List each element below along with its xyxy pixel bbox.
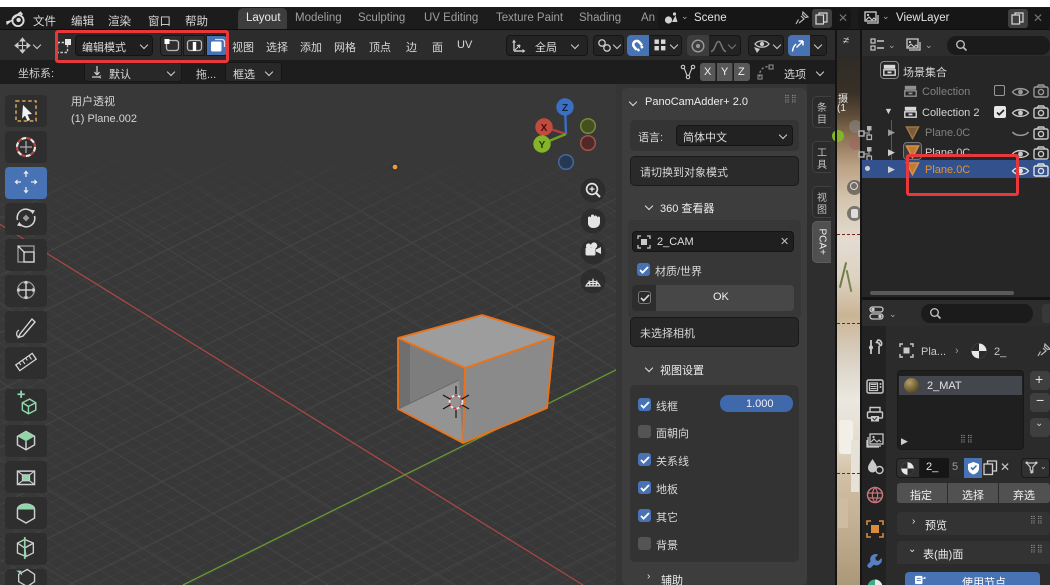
svg-text:X: X <box>541 123 548 134</box>
svg-text:Y: Y <box>539 140 546 151</box>
svg-text:Z: Z <box>562 103 568 114</box>
svg-text:(1) Plane.002: (1) Plane.002 <box>71 113 137 125</box>
svg-text:用户透视: 用户透视 <box>71 94 115 108</box>
